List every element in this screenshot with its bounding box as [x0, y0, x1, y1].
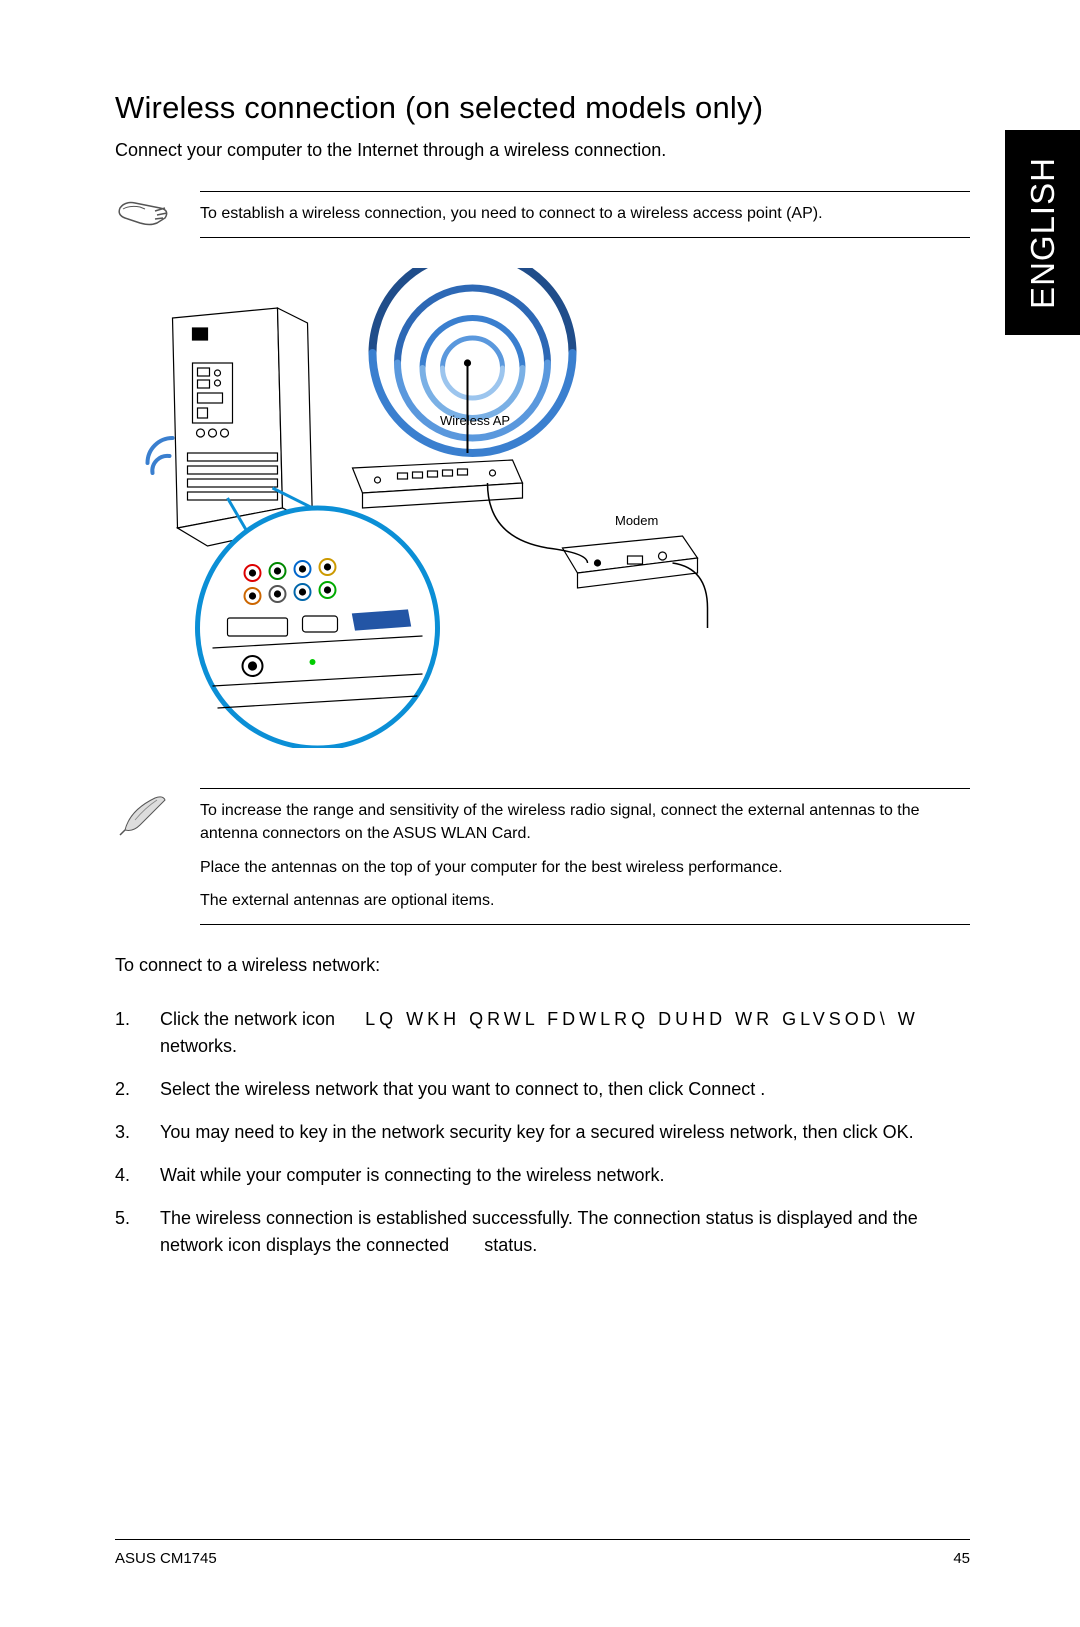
language-tab: ENGLISH	[1005, 130, 1080, 335]
note-2-p2: Place the antennas on the top of your co…	[200, 856, 970, 879]
page-footer: ASUS CM1745 45	[115, 1539, 970, 1567]
diagram-label-ap: Wireless AP	[440, 413, 510, 428]
step-5-pre: The wireless connection is established s…	[160, 1208, 918, 1255]
note-2-p3: The external antennas are optional items…	[200, 889, 970, 912]
note-block-1: To establish a wireless connection, you …	[115, 191, 970, 238]
pen-note-icon	[115, 788, 175, 845]
hand-note-icon	[115, 191, 175, 238]
step-5: The wireless connection is established s…	[115, 1205, 970, 1259]
footer-model: ASUS CM1745	[115, 1550, 217, 1567]
step-1-scrambled: LQ WKH QRWL FDWLRQ DUHD WR GLVSOD\ W	[335, 1009, 919, 1029]
steps-list: Click the network iconLQ WKH QRWL FDWLRQ…	[115, 1006, 970, 1259]
language-label: ENGLISH	[1024, 157, 1062, 309]
note-2-content: To increase the range and sensitivity of…	[200, 788, 970, 925]
note-1-text: To establish a wireless connection, you …	[200, 202, 970, 225]
step-1-post: networks.	[160, 1036, 237, 1056]
intro-text: Connect your computer to the Internet th…	[115, 140, 970, 161]
step-1: Click the network iconLQ WKH QRWL FDWLRQ…	[115, 1006, 970, 1060]
step-1-pre: Click the network icon	[160, 1009, 335, 1029]
page-title: Wireless connection (on selected models …	[115, 90, 970, 126]
step-2: Select the wireless network that you wan…	[115, 1076, 970, 1103]
footer-page: 45	[953, 1550, 970, 1567]
diagram-label-modem: Modem	[615, 513, 658, 528]
note-2-p1: To increase the range and sensitivity of…	[200, 799, 970, 845]
steps-intro: To connect to a wireless network:	[115, 955, 970, 976]
connection-diagram: Wireless AP Modem	[115, 268, 970, 748]
step-5-post: status.	[484, 1235, 537, 1255]
step-4: Wait while your computer is connecting t…	[115, 1162, 970, 1189]
note-block-2: To increase the range and sensitivity of…	[115, 788, 970, 925]
step-3: You may need to key in the network secur…	[115, 1119, 970, 1146]
note-1-content: To establish a wireless connection, you …	[200, 191, 970, 238]
